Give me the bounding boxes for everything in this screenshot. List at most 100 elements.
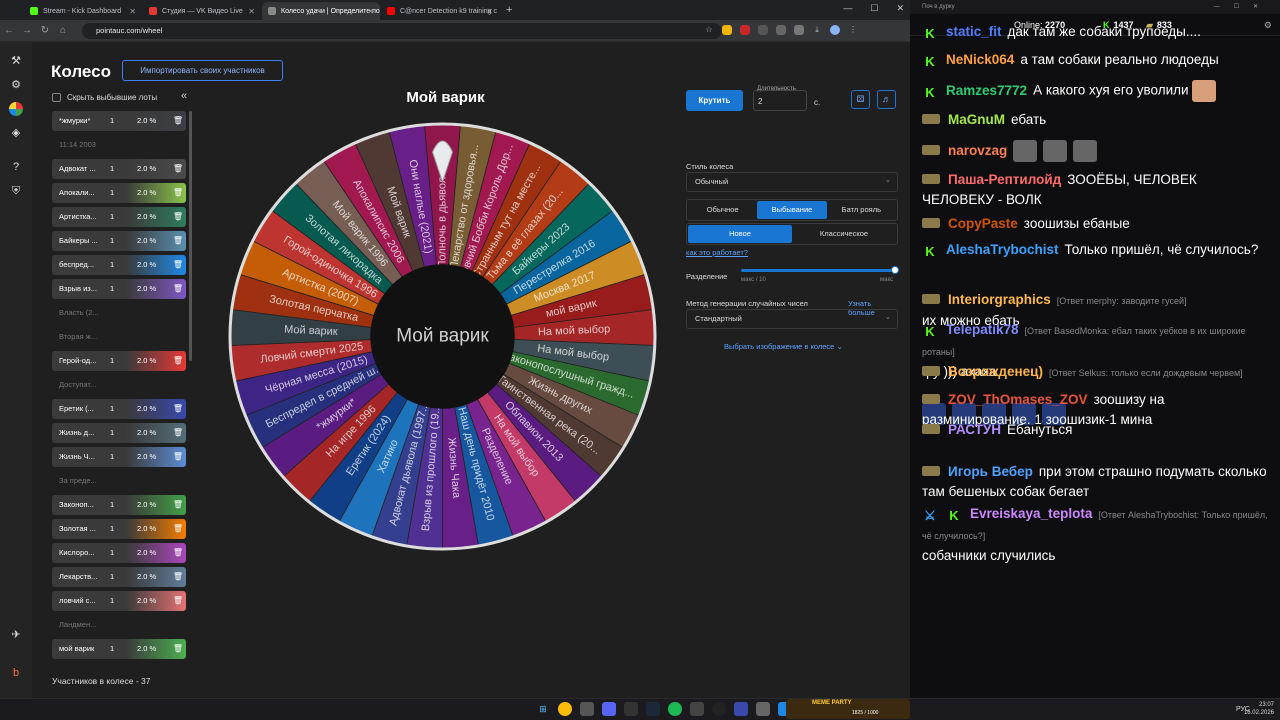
close-tab-icon[interactable]: ✕ [129,7,136,16]
chat-username[interactable]: Evreiskaya_teplota [970,506,1092,521]
chat-username[interactable]: Игорь Вебер [948,464,1033,479]
trash-icon[interactable]: 🗑 [170,399,186,419]
chat-username[interactable]: Ramzes7772 [946,83,1027,98]
chat-username[interactable]: CopyPaste [948,216,1018,231]
wheel-svg[interactable]: Полночь в дьяволом (2... Лекарство от здо… [226,120,659,553]
trash-icon[interactable]: 🗑 [170,447,186,467]
tab-classic[interactable]: Классическое [792,225,896,243]
trash-icon[interactable]: 🗑 [170,207,186,227]
meme-party-widget[interactable]: MEME PARTY 1825 / 1000 [786,699,910,719]
chat-username[interactable]: ZOV_ThOmases_ZOV [948,392,1088,407]
duration-input[interactable]: 2 [753,90,807,111]
trash-icon[interactable]: 🗑 [170,159,186,179]
trash-icon[interactable]: 🗑 [170,231,186,251]
trash-icon[interactable]: 🗑 [170,639,186,659]
telegram-icon[interactable]: ✈ [9,628,23,642]
forward-icon[interactable]: → [18,25,36,36]
layers-icon[interactable]: ◈ [9,126,23,140]
chat-username[interactable]: Interiorgraphics [948,292,1051,307]
obs-icon[interactable] [712,702,726,716]
close-window-icon[interactable]: ✕ [896,3,904,14]
trash-icon[interactable]: 🗑 [170,351,186,371]
lot-item[interactable]: Герой-од... 1 2.0 % 🗑 [52,351,186,371]
download-icon[interactable]: ⤓ [812,25,822,35]
url-field[interactable]: pointauc.com/wheel [82,23,722,39]
lot-item[interactable]: Лекарств... 1 2.0 % 🗑 [52,567,186,587]
trash-icon[interactable]: 🗑 [170,255,186,275]
trash-icon[interactable]: 🗑 [170,279,186,299]
slider-thumb[interactable] [891,266,899,274]
window-controls[interactable]: —☐✕ [1214,0,1272,14]
lot-item[interactable]: Байкеры ... 1 2.0 % 🗑 [52,231,186,251]
lot-item[interactable]: ловчий с... 1 2.0 % 🗑 [52,591,186,611]
chat-username[interactable]: РАСТУН [948,422,1001,437]
home-icon[interactable]: ⌂ [54,25,72,36]
lot-item[interactable]: Взрыв из... 1 2.0 % 🗑 [52,279,186,299]
lot-item[interactable]: Законоп... 1 2.0 % 🗑 [52,495,186,515]
wheel-style-select[interactable]: Обычный [686,171,898,192]
bookmark-star-icon[interactable]: ☆ [704,25,714,35]
browser-tab-vk[interactable]: Студия — VK Видео Live ✕ [143,2,261,20]
lot-item[interactable]: Доступат... [52,375,186,395]
lot-item[interactable]: Адвокат ... 1 2.0 % 🗑 [52,159,186,179]
lot-item[interactable]: Золотая ... 1 2.0 % 🗑 [52,519,186,539]
lot-item[interactable]: мой варик 1 2.0 % 🗑 [52,639,186,659]
steam-icon[interactable] [646,702,660,716]
chrome-icon[interactable] [558,702,572,716]
extension-icon[interactable] [758,25,768,35]
lot-item[interactable]: 11:14 2003 [52,135,186,155]
hide-eliminated-checkbox[interactable]: Скрыть выбывшие лоты [52,93,157,102]
close-tab-icon[interactable]: ✕ [486,7,493,16]
lots-scrollbar[interactable] [189,111,192,361]
chat-username[interactable]: Паша-Рептилойд [948,172,1061,187]
trash-icon[interactable]: 🗑 [170,183,186,203]
tab-battle-royale[interactable]: Батл рояль [827,201,896,219]
lot-item[interactable]: *жмурки* 1 2.0 % 🗑 [52,111,186,131]
app-icon[interactable] [690,702,704,716]
trash-icon[interactable]: 🗑 [170,495,186,515]
lot-item[interactable]: Ландмен... [52,615,186,635]
chat-username[interactable]: NeNick064 [946,52,1014,67]
wheel-nav-icon[interactable] [9,102,23,116]
chat-username[interactable]: Возрожденец) [948,364,1043,379]
hammer-icon[interactable]: ⚒ [9,54,23,68]
lot-item[interactable]: Еретик (... 1 2.0 % 🗑 [52,399,186,419]
chat-username[interactable]: MaGnuM [948,112,1005,127]
trash-icon[interactable]: 🗑 [170,567,186,587]
spotify-icon[interactable] [668,702,682,716]
app-icon[interactable] [756,702,770,716]
minimize-icon[interactable]: — [843,3,852,14]
lot-item[interactable]: беспред... 1 2.0 % 🗑 [52,255,186,275]
extension-icon[interactable] [722,25,732,35]
boosty-icon[interactable]: b [9,666,23,680]
discord-icon[interactable] [602,702,616,716]
profile-icon[interactable] [830,25,840,35]
app-icon[interactable] [624,702,638,716]
tab-normal[interactable]: Обычное [688,201,757,219]
tab-elimination[interactable]: Выбывание [757,201,827,219]
new-tab-button[interactable]: + [506,2,512,20]
browser-tab-kick[interactable]: Stream - Kick Dashboard ✕ [24,2,142,20]
import-participants-button[interactable]: Импортировать своих участников [122,60,283,81]
close-tab-icon[interactable]: ✕ [248,7,255,16]
choose-wheel-image-button[interactable]: Выбрать изображение в колесе ⌄ [724,342,843,351]
trash-icon[interactable]: 🗑 [170,519,186,539]
close-tab-icon[interactable]: ✕ [367,7,374,16]
browser-tab-youtube[interactable]: C@ncer Detection k9 training c ✕ [381,2,499,20]
how-it-works-link[interactable]: как это работает? [686,248,748,257]
clock[interactable]: 23:07 16.02.2026 [1244,701,1274,717]
collapse-panel-button[interactable]: « [181,90,187,102]
trash-icon[interactable]: 🗑 [170,591,186,611]
trash-icon[interactable]: 🗑 [170,543,186,563]
browser-tab-wheel[interactable]: Колесо удачи | Определите по ✕ [262,2,380,20]
extension-icon[interactable] [794,25,804,35]
chat-username[interactable]: static_fit [946,24,1002,39]
lot-item[interactable]: Апокали... 1 2.0 % 🗑 [52,183,186,203]
settings-icon[interactable]: ⚙ [9,78,23,92]
lot-item[interactable]: Артистка... 1 2.0 % 🗑 [52,207,186,227]
chat-username[interactable]: Telepatik78 [946,322,1019,337]
back-icon[interactable]: ← [0,25,18,36]
lot-item[interactable]: Власть (2... [52,303,186,323]
help-icon[interactable]: ? [9,160,23,174]
fortune-wheel[interactable]: Полночь в дьяволом (2... Лекарство от здо… [226,120,659,553]
